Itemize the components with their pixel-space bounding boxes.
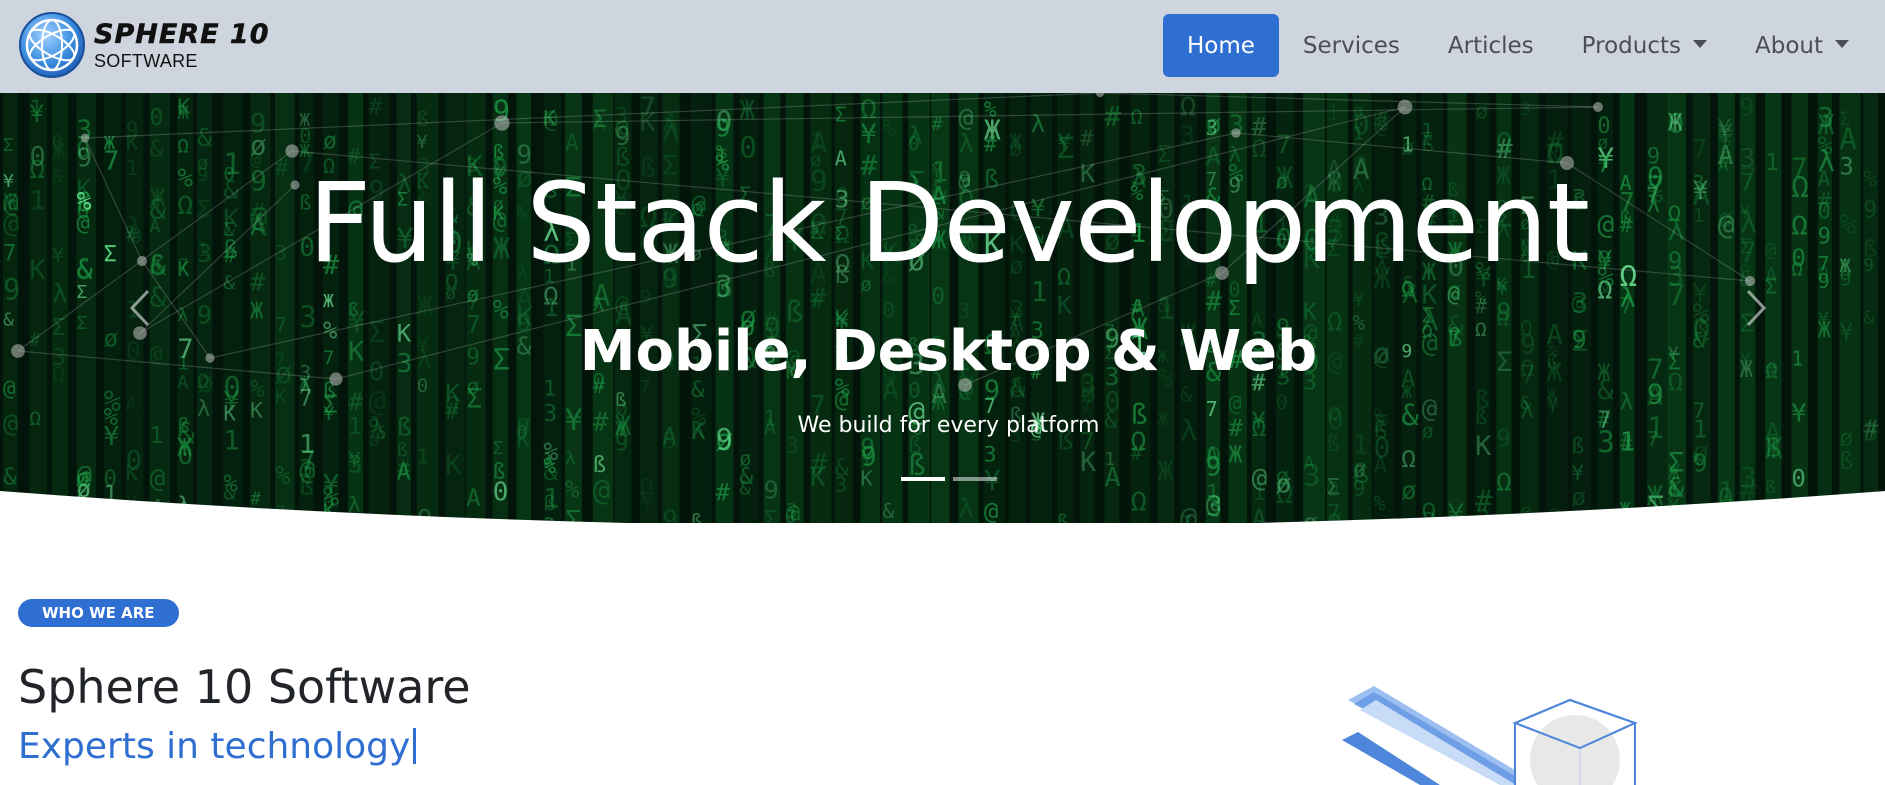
nav-item-about[interactable]: About (1731, 14, 1873, 77)
badge-label: WHO WE ARE (42, 604, 155, 622)
navbar: SPHERE 10 SOFTWARE Home Services Article… (0, 0, 1885, 93)
section-title: Sphere 10 Software (18, 660, 471, 714)
nav-item-label: Products (1581, 32, 1681, 59)
nav-item-articles[interactable]: Articles (1424, 14, 1558, 77)
main-nav: Home Services Articles Products About (1162, 14, 1873, 77)
nav-item-label: About (1754, 32, 1823, 59)
nav-item-home[interactable]: Home (1162, 14, 1279, 77)
typing-cursor (413, 728, 417, 764)
brand-link[interactable]: SPHERE 10 SOFTWARE (18, 10, 269, 80)
typing-tagline: Experts in technology (18, 726, 417, 767)
hero-curve-divider (0, 491, 1885, 523)
nav-item-services[interactable]: Services (1279, 14, 1424, 77)
caret-down-icon (1835, 39, 1849, 48)
brand-name: SPHERE 10 (94, 18, 270, 50)
brand-subtitle: SOFTWARE (94, 50, 198, 71)
isometric-devices-illustration (1342, 686, 1638, 785)
nav-item-products[interactable]: Products (1558, 14, 1731, 77)
tagline-text: Experts in technology (18, 726, 411, 767)
who-we-are-badge: WHO WE ARE (18, 599, 179, 627)
nav-item-label: Home (1186, 32, 1255, 59)
nav-item-label: Services (1302, 32, 1400, 59)
nav-item-label: Articles (1447, 32, 1534, 59)
brand-text: SPHERE 10 SOFTWARE (94, 18, 270, 71)
sphere-logo-icon (19, 12, 85, 78)
hero-carousel: &@@¥9@Ж7&@Σ&ΩΣ#K1@0Ω1¥¥&ЖλΩ03ΣøøΣ&@#KΣß&… (0, 93, 1885, 523)
caret-down-icon (1692, 39, 1707, 48)
